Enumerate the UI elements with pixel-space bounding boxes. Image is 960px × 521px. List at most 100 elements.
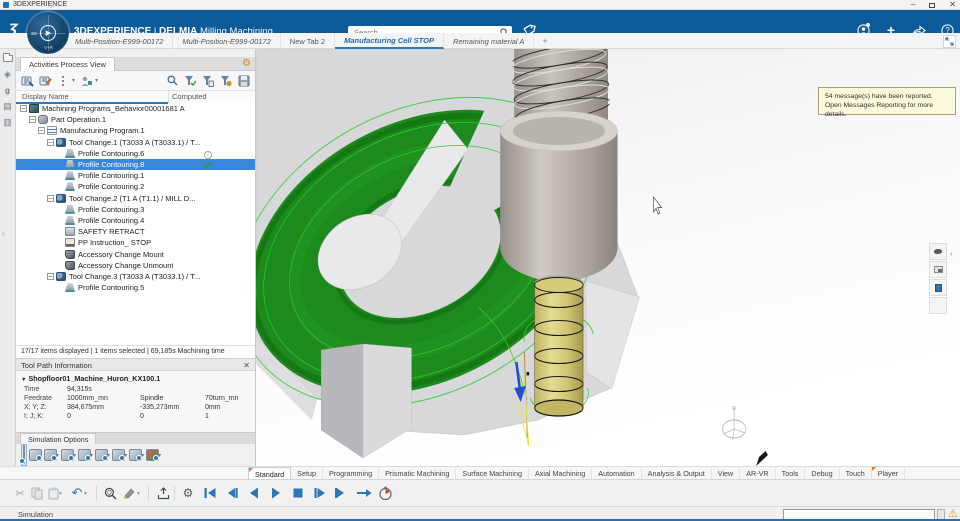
new-tab-button[interactable]: + xyxy=(534,33,555,49)
folder-icon[interactable] xyxy=(2,52,14,64)
sim-option-analysis-icon[interactable]: ▾ xyxy=(129,449,144,461)
tree-item[interactable]: Accessory Change Unmount xyxy=(16,260,255,271)
search-icon[interactable] xyxy=(165,74,179,88)
funnel-gear-icon[interactable] xyxy=(219,74,233,88)
funnel-doc-icon[interactable] xyxy=(201,74,215,88)
undo-icon[interactable]: ↶ xyxy=(69,485,85,501)
tree-status-line: 17/17 items displayed | 1 items selected… xyxy=(16,345,255,357)
3dcompass-badge[interactable]: ▶ 3D V+R xyxy=(27,12,69,54)
tree-item[interactable]: Profile Contouring.6 i xyxy=(16,148,255,159)
minimize-button[interactable]: – xyxy=(911,0,915,10)
cut-icon[interactable]: ✂ xyxy=(12,485,28,501)
timer-icon[interactable] xyxy=(377,485,393,501)
3d-viewport[interactable]: 54 message(s) have been reported. Open M… xyxy=(256,49,960,466)
doc-tab-4[interactable]: Remaining material A xyxy=(444,33,535,49)
column-display-name[interactable]: Display Name xyxy=(22,92,69,101)
machine-name[interactable]: ▼ Shopfloor01_Machine_Huron_KX100.1 xyxy=(21,374,160,383)
dropdown-arrow-icon[interactable]: ▾ xyxy=(95,77,98,84)
step-forward-icon[interactable] xyxy=(312,485,328,501)
funnel-check-icon[interactable] xyxy=(183,74,197,88)
panel-settings-gear-icon[interactable]: ⚙ xyxy=(242,58,251,70)
tree-item[interactable]: – Manufacturing Program.1 xyxy=(16,125,255,136)
maximize-button[interactable] xyxy=(929,2,936,8)
tree-expander-icon[interactable]: – xyxy=(47,272,54,280)
stamp-edit-icon[interactable] xyxy=(38,74,52,88)
tree-item[interactable]: Accessory Change Mount xyxy=(16,248,255,259)
dropdown-arrow-icon[interactable]: ▾ xyxy=(72,77,75,84)
paint-icon[interactable] xyxy=(122,485,138,501)
stamp-filter-icon[interactable] xyxy=(20,74,34,88)
tree-item[interactable]: Profile Contouring.3 xyxy=(16,204,255,215)
behavior-icon[interactable]: g xyxy=(2,84,14,96)
tree-expander-icon[interactable]: – xyxy=(20,105,27,113)
step-backward-icon[interactable] xyxy=(224,485,240,501)
sim-option-display-mode-icon[interactable] xyxy=(21,444,27,466)
tree-item[interactable]: Profile Contouring.8 xyxy=(16,158,255,171)
toolpath-panel-header[interactable]: Tool Path Information ✕ xyxy=(16,358,255,371)
doc-tab-3[interactable]: Manufacturing Cell STOP xyxy=(335,33,444,49)
play-forward-icon[interactable] xyxy=(268,485,284,501)
sim-option-toolpath-visibility-icon[interactable]: ▾ xyxy=(44,449,59,461)
collapse-arrow-icon[interactable]: ▼ xyxy=(21,377,26,383)
toolpath-info-value: 70turn_mn xyxy=(205,395,239,402)
tree-item[interactable]: SAFETY RETRACT xyxy=(16,226,255,237)
compass-play-icon[interactable]: ▶ xyxy=(40,25,56,41)
tree-item-label: Accessory Change Mount xyxy=(78,249,164,259)
messages-report-box[interactable]: 54 message(s) have been reported. Open M… xyxy=(818,87,956,118)
toolchange-icon xyxy=(56,137,66,147)
expand-viewport-icon[interactable] xyxy=(943,35,956,48)
viewport-mini-toolbar xyxy=(929,243,948,315)
stop-icon[interactable] xyxy=(290,485,306,501)
computed-ok-icon xyxy=(203,160,212,169)
tree-expander-icon[interactable]: – xyxy=(47,194,54,202)
go-to-start-icon[interactable] xyxy=(202,485,218,501)
tree-item[interactable]: Profile Contouring.2 xyxy=(16,181,255,192)
toolpath-info-value: 384,675mm xyxy=(67,404,104,411)
export-icon[interactable] xyxy=(155,485,171,501)
tree-item[interactable]: – Tool Change.1 (T3033 A (T3033.1) / T... xyxy=(16,137,255,148)
tree-item[interactable]: Profile Contouring.1 xyxy=(16,170,255,181)
jump-to-end-icon[interactable] xyxy=(356,485,372,501)
sim-option-tool-visibility-icon[interactable]: ▾ xyxy=(61,449,76,461)
tab-activities-process-view[interactable]: Activities Process View xyxy=(20,57,115,71)
sim-option-collision-icon[interactable]: ▾ xyxy=(112,449,127,461)
doc-tab-1[interactable]: Multi-Position-E999-00172 xyxy=(173,33,281,49)
play-backward-icon[interactable] xyxy=(246,485,262,501)
notes-icon[interactable]: ▤ xyxy=(2,100,14,112)
sim-option-stock-visibility-icon[interactable]: ▾ xyxy=(95,449,110,461)
tree-expander-icon[interactable]: – xyxy=(29,116,36,124)
tree-item[interactable]: – Tool Change.3 (T3033 A (T3033.1) / T... xyxy=(16,271,255,282)
shaded-view-icon[interactable] xyxy=(929,243,947,260)
tree-item[interactable]: Profile Contouring.4 xyxy=(16,215,255,226)
tree-item[interactable]: PP Instruction_ STOP xyxy=(16,237,255,248)
panel-collapse-icon[interactable]: ‹ xyxy=(2,229,5,238)
tree-item[interactable]: – Tool Change.2 (T1 A (T1.1) / MILL D... xyxy=(16,193,255,204)
doc-tab-0[interactable]: Multi-Position-E999-00172 xyxy=(66,33,174,49)
sim-option-material-removal-icon[interactable] xyxy=(29,449,42,461)
tree-expander-icon[interactable]: – xyxy=(47,138,54,146)
sim-option-color-icon[interactable]: ▾ xyxy=(146,449,161,461)
list-icon[interactable]: ▥ xyxy=(2,116,14,128)
copy-icon[interactable] xyxy=(29,485,45,501)
doc-tab-2[interactable]: New Tab 2 xyxy=(281,33,336,49)
tree-expander-icon[interactable]: – xyxy=(38,127,45,135)
close-button[interactable]: ✕ xyxy=(949,0,956,10)
capture-image-icon[interactable] xyxy=(929,261,947,278)
go-to-end-icon[interactable] xyxy=(334,485,350,501)
settings-gear-icon[interactable]: ⚙ xyxy=(180,485,196,501)
compass-icon[interactable]: ◈ xyxy=(2,68,14,80)
list-options-icon[interactable] xyxy=(56,74,70,88)
mini-toolbar-collapse-icon[interactable]: ‹ xyxy=(950,249,953,258)
tree-column-header[interactable]: Display Name Computed xyxy=(16,91,255,104)
report-doc-icon[interactable] xyxy=(929,279,947,296)
tree-item[interactable]: – Machining Programs_Behavior00001681 A xyxy=(16,103,255,114)
close-icon[interactable]: ✕ xyxy=(243,361,250,370)
tree-item[interactable]: Profile Contouring.5 xyxy=(16,282,255,293)
column-computed[interactable]: Computed xyxy=(172,92,207,101)
sim-option-machine-visibility-icon[interactable]: ▾ xyxy=(78,449,93,461)
user-filter-icon[interactable] xyxy=(79,74,93,88)
save-view-icon[interactable] xyxy=(237,74,251,88)
tree-item[interactable]: – Part Operation.1 xyxy=(16,114,255,125)
empty-slot-icon[interactable] xyxy=(929,297,947,314)
zoom-icon[interactable]: Q xyxy=(102,485,118,501)
